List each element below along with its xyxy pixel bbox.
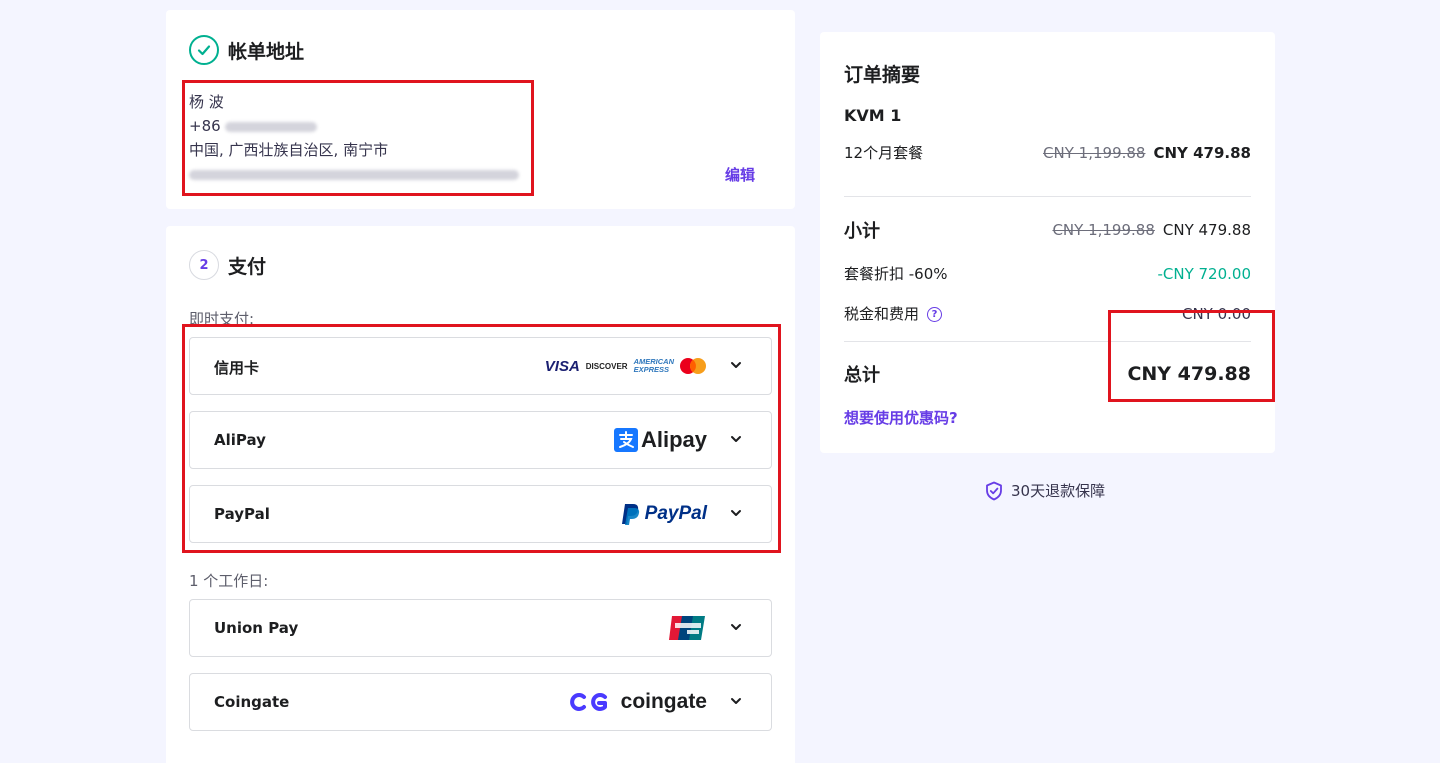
chevron-down-icon[interactable] [729, 620, 743, 634]
payment-header: 2 支付 [189, 250, 266, 280]
coupon-link[interactable]: 想要使用优惠码? [844, 407, 958, 428]
shield-check-icon [986, 481, 1002, 500]
step-number: 2 [189, 250, 219, 280]
method-name: Coingate [214, 693, 290, 711]
coingate-icon [569, 693, 607, 711]
subtotal-old-price: CNY 1,199.88 [1052, 221, 1155, 239]
summary-title: 订单摘要 [844, 64, 921, 86]
subtotal-row: 小计 CNY 1,199.88 CNY 479.88 [844, 217, 1251, 243]
coingate-logo: coingate [567, 674, 707, 730]
check-icon [189, 35, 219, 65]
payment-title: 支付 [228, 255, 267, 278]
unionpay-icon [669, 616, 705, 640]
method-name: Union Pay [214, 619, 299, 637]
money-back-guarantee: 30天退款保障 [985, 480, 1105, 501]
unionpay-logo [669, 600, 707, 656]
highlight-box-address [182, 80, 534, 196]
highlight-box-total [1108, 310, 1275, 402]
payment-method-coingate[interactable]: Coingate coingate [189, 673, 772, 731]
help-icon[interactable]: ? [927, 307, 943, 322]
plan-label: 12个月套餐 [844, 144, 924, 162]
edit-billing-link[interactable]: 编辑 [725, 164, 755, 185]
subtotal-prices: CNY 1,199.88 CNY 479.88 [1052, 221, 1251, 239]
delayed-payment-label: 1 个工作日: [189, 572, 269, 590]
tax-label: 税金和费用 [844, 305, 920, 323]
highlight-box-instant-methods [182, 324, 781, 553]
discount-row: 套餐折扣 -60% -CNY 720.00 [844, 263, 1251, 284]
billing-title: 帐单地址 [228, 40, 305, 63]
product-name: KVM 1 [844, 106, 902, 125]
plan-price: CNY 479.88 [1153, 143, 1251, 162]
plan-row: 12个月套餐 CNY 1,199.88 CNY 479.88 [844, 142, 1251, 163]
guarantee-text: 30天退款保障 [1011, 482, 1106, 500]
chevron-down-icon[interactable] [729, 694, 743, 708]
billing-address-card: 帐单地址 杨 波 +86 中国, 广西壮族自治区, 南宁市 编辑 [166, 10, 795, 209]
divider [844, 196, 1251, 197]
discount-amount: -CNY 720.00 [1157, 264, 1251, 283]
payment-method-unionpay[interactable]: Union Pay [189, 599, 772, 657]
plan-old-price: CNY 1,199.88 [1043, 143, 1146, 162]
discount-label: 套餐折扣 -60% [844, 265, 948, 283]
coupon-row: 想要使用优惠码? [844, 407, 1251, 428]
plan-prices: CNY 1,199.88 CNY 479.88 [1043, 144, 1251, 162]
total-label: 总计 [844, 365, 880, 386]
tax-label-wrap: 税金和费用? [844, 303, 943, 324]
subtotal-price: CNY 479.88 [1162, 221, 1251, 239]
coingate-wordmark: coingate [620, 690, 707, 713]
product-row: KVM 1 [844, 106, 1251, 125]
billing-header: 帐单地址 [189, 35, 304, 65]
payment-card: 2 支付 即时支付: 信用卡 VISA DISCOVER AMERICAN EX… [166, 226, 795, 763]
order-summary-card: 订单摘要 KVM 1 12个月套餐 CNY 1,199.88 CNY 479.88… [820, 32, 1275, 453]
subtotal-label: 小计 [844, 221, 880, 242]
